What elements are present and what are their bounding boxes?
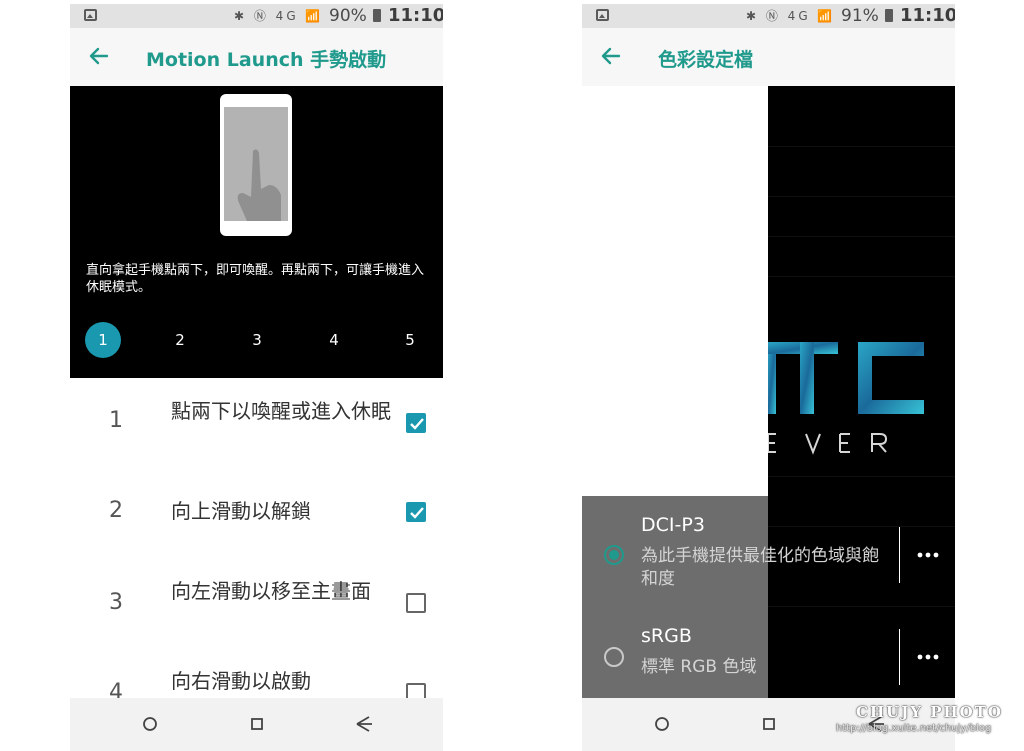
home-square-icon[interactable] <box>245 712 269 736</box>
gesture-number: 3 <box>109 590 123 615</box>
image-notification-icon <box>596 9 609 21</box>
home-checkbox[interactable] <box>406 593 426 613</box>
watermark-url: http://blog.xuite.net/chujy/blog <box>836 723 992 734</box>
gesture-label: 向上滑動以解鎖 <box>171 499 311 523</box>
page-title: Motion Launch 手勢啟動 <box>146 49 387 71</box>
back-arrow-icon[interactable] <box>598 43 624 69</box>
step-indicator: 1 2 3 4 5 <box>70 322 443 358</box>
gesture-row-home[interactable]: 3 向左滑動以移至主畫面 <box>70 558 443 648</box>
status-bar: ✱ Ⓝ 4G 📶 91% 11:10 <box>582 4 955 28</box>
step-4[interactable]: 4 <box>316 322 352 358</box>
wake-checkbox[interactable] <box>406 413 426 433</box>
system-icons: ✱ Ⓝ 4G 📶 <box>746 9 836 23</box>
home-square-icon[interactable] <box>757 712 781 736</box>
app-bar: 色彩設定檔 <box>582 28 955 86</box>
watermark-title: CHUJY PHOTO <box>856 703 1003 721</box>
gesture-row-launch[interactable]: 4 向右滑動以啟動 <box>70 648 443 698</box>
option-divider <box>899 629 900 685</box>
gesture-row-unlock[interactable]: 2 向上滑動以解鎖 <box>70 468 443 558</box>
check-icon <box>410 507 424 519</box>
gesture-label: 點兩下以喚醒或進入休眠 <box>171 399 391 423</box>
battery-percent: 90% <box>329 6 367 26</box>
nav-bar <box>70 698 443 751</box>
step-1[interactable]: 1 <box>85 322 121 358</box>
status-bar: ✱ Ⓝ 4G 📶 90% 11:10 <box>70 4 443 28</box>
back-triangle-icon[interactable] <box>352 712 376 736</box>
gesture-row-wake[interactable]: 1 點兩下以喚醒或進入休眠 <box>70 378 443 468</box>
step-3[interactable]: 3 <box>239 322 275 358</box>
step-2[interactable]: 2 <box>162 322 198 358</box>
option-divider <box>899 527 900 583</box>
page-title: 色彩設定檔 <box>658 49 754 71</box>
app-bar: Motion Launch 手勢啟動 <box>70 28 443 86</box>
gesture-number: 4 <box>109 680 123 698</box>
option-description: 為此手機提供最佳化的色域與飽和度 <box>641 546 879 589</box>
back-arrow-icon[interactable] <box>86 43 112 69</box>
color-profile-options: DCI-P3 為此手機提供最佳化的色域與飽和度 sRGB 標準 RGB 色域 <box>582 496 955 698</box>
check-icon <box>410 418 424 430</box>
system-icons: ✱ Ⓝ 4G 📶 <box>234 9 324 23</box>
dci-p3-radio[interactable] <box>604 545 624 565</box>
color-profile-screen: ✱ Ⓝ 4G 📶 91% 11:10 色彩設定檔 DCI-P3 為此手機提供最佳… <box>582 4 955 751</box>
phone-tap-illustration <box>220 94 292 236</box>
step-5[interactable]: 5 <box>392 322 428 358</box>
motion-launch-screen: ✱ Ⓝ 4G 📶 90% 11:10 Motion Launch 手勢啟動 直向… <box>70 4 443 751</box>
more-options-icon[interactable] <box>916 550 940 560</box>
gesture-list: 1 點兩下以喚醒或進入休眠 2 向上滑動以解鎖 3 向左滑動以移至主畫面 4 向… <box>70 378 443 698</box>
battery-icon <box>885 9 893 22</box>
photo-watermark: CHUJY PHOTO http://blog.xuite.net/chujy/… <box>836 703 1016 743</box>
srgb-radio[interactable] <box>604 647 624 667</box>
clock: 11:10 <box>388 5 443 26</box>
image-notification-icon <box>84 9 97 21</box>
gesture-label: 向右滑動以啟動 <box>171 669 311 693</box>
recents-circle-icon[interactable] <box>138 712 162 736</box>
option-name: sRGB <box>641 625 692 647</box>
option-dci-p3[interactable]: DCI-P3 為此手機提供最佳化的色域與飽和度 <box>582 506 955 604</box>
recents-circle-icon[interactable] <box>650 712 674 736</box>
option-srgb[interactable]: sRGB 標準 RGB 色域 <box>582 608 955 706</box>
gesture-number: 2 <box>109 498 123 523</box>
unlock-checkbox[interactable] <box>406 502 426 522</box>
launch-checkbox[interactable] <box>406 683 426 698</box>
gesture-label: 向左滑動以移至主畫面 <box>171 579 371 603</box>
clock: 11:10 <box>900 5 955 26</box>
gesture-demo-panel: 直向拿起手機點兩下，即可喚醒。再點兩下，可讓手機進入休眠模式。 1 2 3 4 … <box>70 86 443 378</box>
option-description: 標準 RGB 色域 <box>641 657 757 677</box>
htc-logo-graphic <box>768 342 924 455</box>
battery-percent: 91% <box>841 6 879 26</box>
gesture-number: 1 <box>109 408 123 433</box>
more-options-icon[interactable] <box>916 652 940 662</box>
preview-blank-area <box>582 86 768 496</box>
battery-icon <box>373 9 381 22</box>
option-name: DCI-P3 <box>641 514 705 536</box>
gesture-caption: 直向拿起手機點兩下，即可喚醒。再點兩下，可讓手機進入休眠模式。 <box>86 263 425 295</box>
